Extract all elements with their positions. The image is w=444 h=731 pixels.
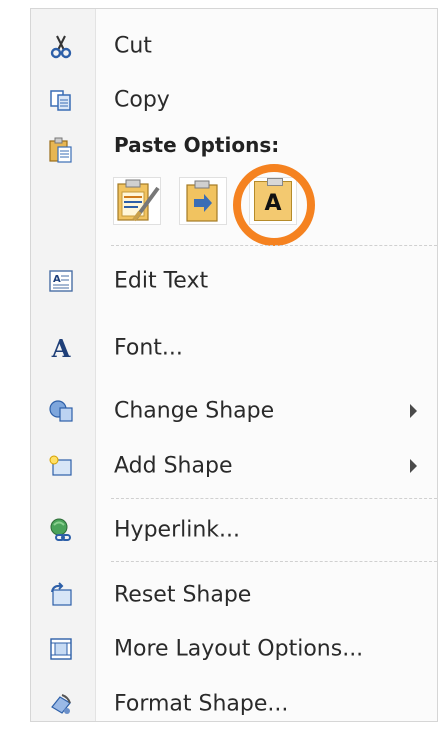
edit-text-icon: A (47, 267, 75, 295)
svg-text:A: A (53, 274, 61, 285)
separator (111, 498, 437, 499)
menu-item-hyperlink[interactable]: Hyperlink... (31, 503, 437, 557)
menu-item-label: Format Shape... (114, 691, 289, 717)
menu-item-label: More Layout Options... (114, 636, 364, 662)
separator (111, 245, 437, 246)
submenu-arrow-icon (410, 459, 417, 473)
menu-item-more-layout-options[interactable]: More Layout Options... (31, 622, 437, 676)
paste-keep-text-only-button[interactable]: A (249, 177, 297, 225)
submenu-arrow-icon (410, 404, 417, 418)
menu-item-cut[interactable]: Cut (31, 19, 437, 73)
paste-merge-formatting-button[interactable] (179, 177, 227, 225)
menu-item-reset-shape[interactable]: Reset Shape (31, 568, 437, 622)
format-shape-icon (47, 690, 75, 718)
change-shape-icon (47, 397, 75, 425)
menu-item-add-shape[interactable]: Add Shape (31, 439, 437, 493)
hyperlink-icon (47, 516, 75, 544)
menu-item-edit-text[interactable]: A Edit Text (31, 254, 437, 308)
paste-text-only-icon: A (254, 178, 292, 221)
add-shape-icon (47, 452, 75, 480)
menu-item-font[interactable]: A Font... (31, 321, 437, 375)
separator (111, 561, 437, 562)
layout-options-icon (47, 635, 75, 663)
menu-item-format-shape[interactable]: Format Shape... (31, 677, 437, 731)
scissors-icon (47, 32, 75, 60)
menu-item-label: Change Shape (114, 398, 275, 424)
font-icon: A (51, 333, 71, 363)
paste-merge-icon (183, 179, 223, 223)
menu-item-label: Reset Shape (114, 582, 252, 608)
paste-use-destination-theme-button[interactable] (113, 177, 161, 225)
menu-item-change-shape[interactable]: Change Shape (31, 384, 437, 438)
menu-item-label: Hyperlink... (114, 517, 240, 543)
paste-icon (47, 136, 75, 164)
menu-item-label: Edit Text (114, 268, 209, 294)
menu-item-copy[interactable]: Copy (31, 73, 437, 127)
paste-options-header: Paste Options: (114, 133, 280, 157)
menu-item-label: Add Shape (114, 453, 233, 479)
copy-icon (47, 86, 75, 114)
paste-format-icon (114, 178, 160, 224)
text-only-glyph: A (264, 190, 282, 216)
reset-shape-icon (47, 581, 75, 609)
menu-item-label: Copy (114, 87, 170, 113)
menu-item-label: Font... (114, 335, 183, 361)
menu-item-label: Cut (114, 33, 152, 59)
context-menu: Cut Copy Paste Options: A A Edit Text A … (30, 8, 438, 722)
